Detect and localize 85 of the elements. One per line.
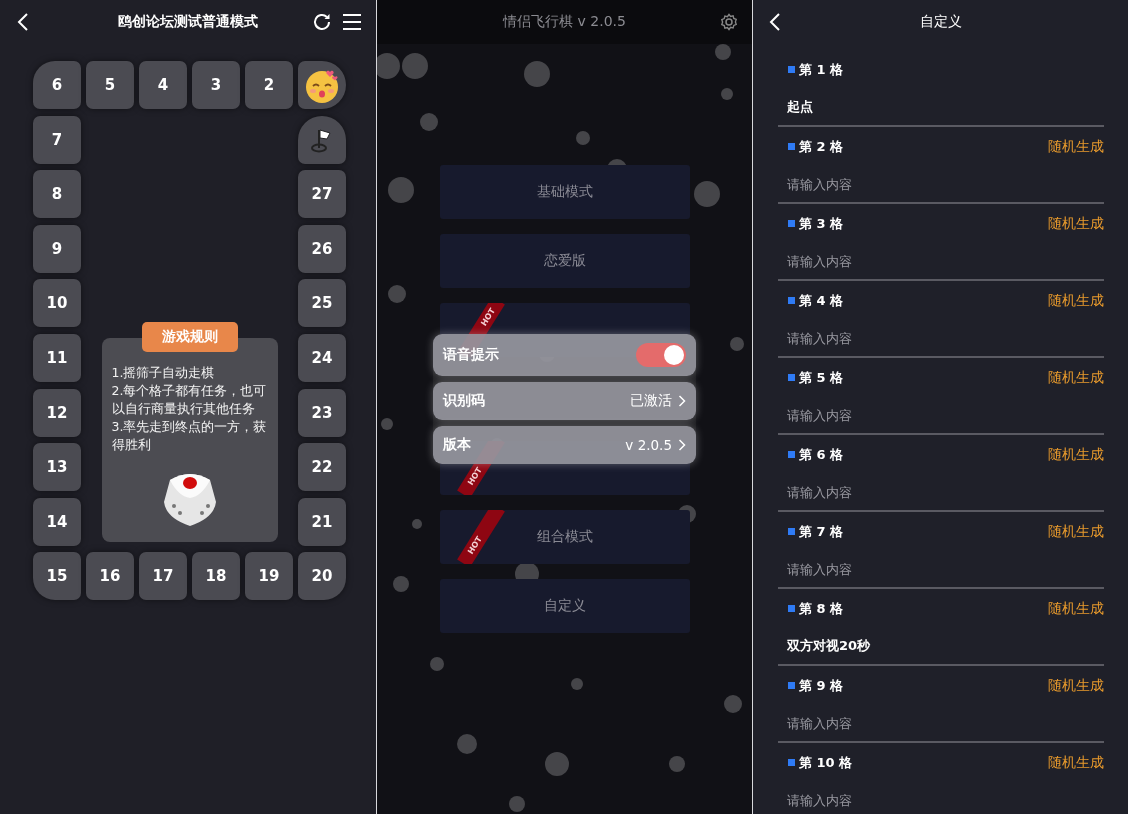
board-cell: 8 <box>33 170 81 219</box>
app-title: 情侣飞行棋 v 2.0.5 <box>503 13 626 31</box>
input-field[interactable]: 请输入内容 <box>778 166 1104 202</box>
square-marker-icon <box>788 528 795 535</box>
random-generate-button[interactable]: 随机生成 <box>1048 753 1104 772</box>
board-cell: 19 <box>245 552 293 601</box>
cell-label: 第 5 格 <box>799 368 845 387</box>
cell-label: 第 2 格 <box>799 137 845 156</box>
board-cell: 20 <box>298 552 346 601</box>
board-cell: 14 <box>33 497 81 546</box>
back-icon[interactable] <box>17 13 29 31</box>
square-marker-icon <box>788 451 795 458</box>
input-field[interactable]: 请输入内容 <box>778 705 1104 741</box>
board-cell: 5 <box>86 61 134 109</box>
square-marker-icon <box>788 297 795 304</box>
board-cell: 22 <box>298 443 346 492</box>
board-cell: 11 <box>33 333 81 382</box>
random-generate-button[interactable]: 随机生成 <box>1048 599 1104 618</box>
mode-button[interactable]: 自定义 <box>440 579 690 633</box>
refresh-icon[interactable] <box>312 12 332 32</box>
random-generate-button[interactable]: 随机生成 <box>1048 676 1104 695</box>
page-title: 自定义 <box>918 13 963 31</box>
cell-label: 第 8 格 <box>799 599 845 618</box>
board-cell: 15 <box>33 552 81 601</box>
cell-label: 第 1 格 <box>799 60 845 79</box>
board-cell: 13 <box>33 443 81 492</box>
rule-text: 2.每个格子都有任务，也可以自行商量执行其他任务 <box>111 381 268 418</box>
rules-tag: 游戏规则 <box>141 321 238 352</box>
board-cell: 6 <box>33 61 81 109</box>
board-cell: 12 <box>33 388 81 437</box>
board-cell: 16 <box>86 552 134 601</box>
board-cell: 21 <box>298 497 346 546</box>
square-marker-icon <box>788 605 795 612</box>
cell-label: 第 10 格 <box>799 753 854 772</box>
input-field[interactable]: 双方对视20秒 <box>778 628 1104 664</box>
square-marker-icon <box>788 220 795 227</box>
chevron-right-icon <box>678 395 686 407</box>
cell-label: 第 3 格 <box>799 214 845 233</box>
board-cell: 27 <box>298 170 346 219</box>
board-cell: 9 <box>33 224 81 273</box>
chevron-right-icon <box>678 439 686 451</box>
setting-value: 已激活 <box>630 392 672 410</box>
input-field[interactable]: 请输入内容 <box>778 243 1104 279</box>
rule-text: 1.摇筛子自动走棋 <box>111 363 215 382</box>
square-marker-icon <box>788 759 795 766</box>
square-marker-icon <box>788 374 795 381</box>
input-field[interactable]: 起点 <box>778 89 1104 125</box>
board-cell: 7 <box>33 115 81 164</box>
mode-button[interactable]: 恋爱版 <box>440 234 690 288</box>
cell-label: 第 6 格 <box>799 445 845 464</box>
cell-label: 第 7 格 <box>799 522 845 541</box>
random-generate-button[interactable]: 随机生成 <box>1048 522 1104 541</box>
board-cell: 23 <box>298 388 346 437</box>
cell-label: 第 4 格 <box>799 291 845 310</box>
square-marker-icon <box>788 682 795 689</box>
input-field[interactable]: 请输入内容 <box>778 320 1104 356</box>
back-icon[interactable] <box>769 13 781 31</box>
random-generate-button[interactable]: 随机生成 <box>1048 445 1104 464</box>
page-title: 鸥创论坛测试普通模式 <box>116 13 259 31</box>
settings-icon[interactable] <box>720 13 738 31</box>
input-field[interactable]: 请输入内容 <box>778 397 1104 433</box>
input-field[interactable]: 请输入内容 <box>778 551 1104 587</box>
menu-icon[interactable] <box>342 13 362 31</box>
board-cell: 24 <box>298 333 346 382</box>
board-cell: 10 <box>33 279 81 328</box>
random-generate-button[interactable]: 随机生成 <box>1048 291 1104 310</box>
board-cell: 2 <box>245 61 293 109</box>
setting-label: 识别码 <box>443 392 486 410</box>
board-cell: 26 <box>298 224 346 273</box>
random-generate-button[interactable]: 随机生成 <box>1048 214 1104 233</box>
voice-toggle[interactable] <box>636 343 686 367</box>
board-cell: 25 <box>298 279 346 328</box>
square-marker-icon <box>788 66 795 73</box>
board-cell: 17 <box>139 552 187 601</box>
random-generate-button[interactable]: 随机生成 <box>1048 137 1104 156</box>
input-field[interactable]: 请输入内容 <box>778 782 1104 814</box>
board-cell: 18 <box>192 552 240 601</box>
cell-label: 第 9 格 <box>799 676 845 695</box>
rule-text: 3.率先走到终点的一方，获得胜利 <box>111 417 268 454</box>
mode-button[interactable]: 基础模式 <box>440 165 690 219</box>
random-generate-button[interactable]: 随机生成 <box>1048 368 1104 387</box>
input-field[interactable]: 请输入内容 <box>778 474 1104 510</box>
board-cell: 3 <box>192 61 240 109</box>
board-cell: 4 <box>139 61 187 109</box>
square-marker-icon <box>788 143 795 150</box>
